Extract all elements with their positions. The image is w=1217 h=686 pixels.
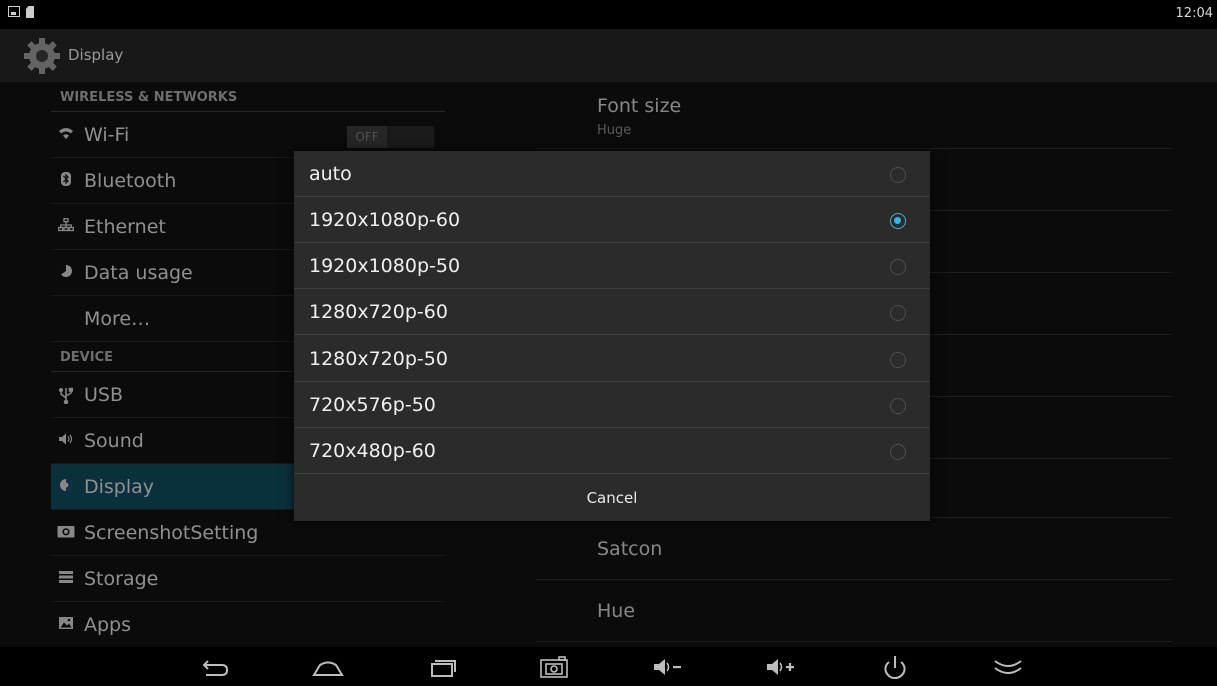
resolution-option-720p60[interactable]: 1280x720p-60 (294, 289, 930, 335)
radio-button[interactable] (890, 352, 906, 368)
navigation-bar (0, 647, 1217, 686)
option-label: 720x576p-50 (309, 394, 436, 416)
resolution-option-1080p50[interactable]: 1920x1080p-50 (294, 243, 930, 289)
radio-button-selected[interactable] (890, 213, 906, 229)
resolution-option-480p60[interactable]: 720x480p-60 (294, 428, 930, 474)
option-label: 720x480p-60 (309, 440, 436, 462)
back-icon[interactable] (196, 653, 232, 681)
option-label: 1280x720p-60 (309, 301, 448, 323)
cancel-button-label: Cancel (586, 489, 638, 507)
option-label: 1920x1080p-50 (309, 255, 461, 277)
option-label: 1280x720p-50 (309, 348, 448, 370)
radio-button[interactable] (890, 259, 906, 275)
hide-bar-icon[interactable] (990, 653, 1026, 681)
radio-button[interactable] (890, 167, 906, 183)
resolution-option-1080p60[interactable]: 1920x1080p-60 (294, 197, 930, 243)
resolution-option-720p50[interactable]: 1280x720p-50 (294, 336, 930, 382)
radio-button[interactable] (890, 444, 906, 460)
resolution-option-576p50[interactable]: 720x576p-50 (294, 382, 930, 428)
status-bar: 12:04 (0, 0, 1217, 29)
home-icon[interactable] (310, 653, 346, 681)
screenshot-icon[interactable] (536, 653, 572, 681)
sd-card-icon (26, 6, 34, 18)
clock: 12:04 (1175, 6, 1213, 21)
option-label: 1920x1080p-60 (309, 209, 461, 231)
volume-down-icon[interactable] (650, 653, 686, 681)
radio-button[interactable] (890, 398, 906, 414)
power-icon[interactable] (877, 653, 913, 681)
resolution-dialog: auto 1920x1080p-60 1920x1080p-50 1280x72… (294, 151, 930, 521)
option-label: auto (309, 163, 352, 185)
radio-button[interactable] (890, 305, 906, 321)
recent-apps-icon[interactable] (423, 653, 459, 681)
resolution-option-auto[interactable]: auto (294, 151, 930, 197)
image-notification-icon (8, 6, 20, 17)
cancel-button[interactable]: Cancel (294, 475, 930, 521)
volume-up-icon[interactable] (763, 653, 799, 681)
